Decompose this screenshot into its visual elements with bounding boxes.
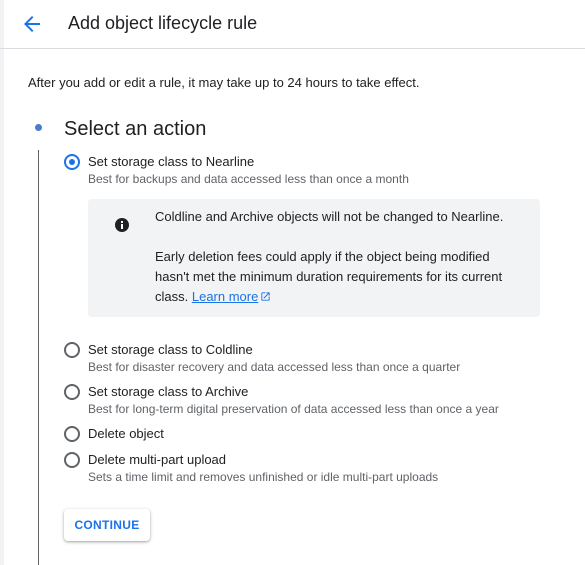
option-description: Best for backups and data accessed less …: [88, 172, 409, 186]
option-label[interactable]: Set storage class to Archive: [88, 383, 248, 401]
learn-more-link[interactable]: Learn more: [192, 289, 271, 304]
option-label[interactable]: Set storage class to Nearline: [88, 153, 254, 171]
step-connector-line: [38, 150, 39, 565]
left-panel-edge: [0, 0, 4, 565]
step-indicator-dot: [35, 124, 42, 131]
info-text: Coldline and Archive objects will not be…: [155, 207, 525, 307]
option-description: Sets a time limit and removes unfinished…: [88, 470, 439, 484]
radio-nearline[interactable]: [64, 154, 80, 170]
continue-button[interactable]: CONTINUE: [64, 509, 150, 541]
radio-delete-multipart[interactable]: [64, 452, 80, 468]
option-description: Best for disaster recovery and data acce…: [88, 360, 461, 374]
info-icon: [115, 218, 129, 232]
info-line-2: Early deletion fees could apply if the o…: [155, 247, 525, 307]
learn-more-label[interactable]: Learn more: [192, 289, 258, 304]
header: Add object lifecycle rule: [0, 0, 585, 49]
external-link-icon[interactable]: [260, 291, 271, 302]
step-title: Select an action: [64, 118, 207, 140]
option-label[interactable]: Delete object: [88, 425, 164, 443]
option-label[interactable]: Set storage class to Coldline: [88, 341, 253, 359]
radio-coldline[interactable]: [64, 342, 80, 358]
info-box: Coldline and Archive objects will not be…: [88, 199, 540, 317]
info-line-1: Coldline and Archive objects will not be…: [155, 209, 504, 224]
back-arrow-icon[interactable]: [20, 12, 44, 36]
intro-text: After you add or edit a rule, it may tak…: [28, 75, 420, 90]
option-label[interactable]: Delete multi-part upload: [88, 451, 226, 469]
page-title: Add object lifecycle rule: [68, 13, 258, 33]
option-description: Best for long-term digital preservation …: [88, 402, 499, 416]
radio-delete-object[interactable]: [64, 426, 80, 442]
radio-archive[interactable]: [64, 384, 80, 400]
